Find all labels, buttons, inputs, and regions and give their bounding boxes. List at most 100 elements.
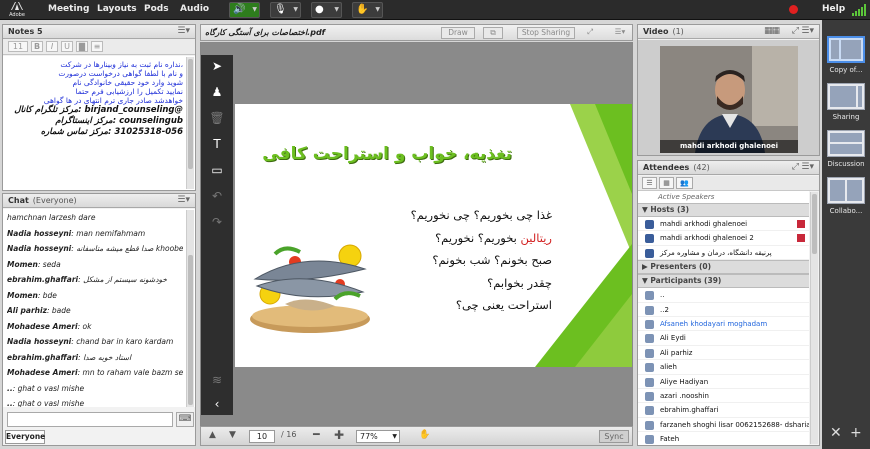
connection-signal-icon <box>852 4 866 16</box>
pod-options-icon[interactable]: ☰▾ <box>177 26 190 36</box>
participant-row[interactable]: Aliye Hadiyan <box>638 375 809 389</box>
zoom-in-icon[interactable]: ✚ <box>334 428 344 442</box>
camera-button[interactable]: ● ▼ <box>311 2 342 18</box>
chat-sender: ebrahim.ghaffari <box>7 352 79 362</box>
participant-row[interactable]: farzaneh shoghi lisar 0062152688- dshari… <box>638 418 809 433</box>
notes-content[interactable]: ،نداره نام ثبت به نیاز وبینارها در شرکت … <box>3 56 195 190</box>
pod-options-icon[interactable]: ☰▾ <box>611 27 629 39</box>
hand-tool-icon[interactable]: ✋ <box>419 430 430 440</box>
font-size-select[interactable]: 11 <box>8 41 28 52</box>
participant-row[interactable]: Fateh <box>638 432 809 445</box>
annotation-toolbar: ➤ ♟ 🗑 T ▭ ↶ ↷ ≋ ‹ <box>201 55 233 415</box>
underline-icon[interactable]: U <box>61 41 73 52</box>
layout-thumb-discussion[interactable] <box>827 130 865 157</box>
settings-icon[interactable]: ✕ <box>830 425 842 441</box>
video-pod: Video (1) ▦▦ ⤢ ☰▾ mahdi arkhodi ghalenoei <box>637 24 820 156</box>
fullscreen-icon[interactable]: ⤢ <box>792 26 799 36</box>
note-line: نمایید تکمیل را ارزشیابی فرم حتما <box>75 87 183 96</box>
participant-row[interactable]: alieh <box>638 360 809 375</box>
top-menu-bar: Adobe Meeting Layouts Pods Audio 🔊 ▼ 🎙 ▼ ●… <box>0 0 870 20</box>
chat-message: Ali parhiz: bade <box>7 306 71 315</box>
pointer-tool-icon[interactable]: ➤ <box>207 57 227 75</box>
previous-page-icon[interactable]: ▲ <box>209 430 216 440</box>
pod-options-icon[interactable]: ☰▾ <box>177 195 190 205</box>
zoom-select[interactable]: 77% ▼ <box>356 430 400 443</box>
note-line: @birjand_counseling :مرکز تلگرام کانال <box>14 105 183 115</box>
highlighter-tool-icon[interactable]: ♟ <box>207 83 227 101</box>
participant-row[interactable]: ..2 <box>638 303 809 317</box>
participant-row[interactable]: Afsaneh khodayari moghadam <box>638 317 809 332</box>
microphone-button[interactable]: 🎙 ▼ <box>270 2 301 18</box>
sync-button[interactable]: Sync <box>599 430 629 443</box>
fullscreen-icon[interactable]: ⤢ <box>583 27 597 39</box>
send-message-button[interactable]: ⌨ <box>176 412 194 427</box>
help-menu[interactable]: Help <box>822 4 845 14</box>
menu-pods[interactable]: Pods <box>144 4 169 14</box>
chat-tab-everyone[interactable]: Everyone <box>5 430 45 444</box>
add-layout-icon[interactable]: + <box>850 425 862 441</box>
video-layout-icon[interactable]: ▦▦ <box>764 26 780 36</box>
layout-thumb-sharing[interactable] <box>827 83 865 110</box>
grid-view-icon[interactable]: ▦ <box>659 177 674 189</box>
user-icon <box>645 420 654 430</box>
raise-hand-button[interactable]: ✋ ▼ <box>352 2 383 18</box>
pod-options-icon[interactable]: ☰▾ <box>801 26 814 36</box>
layers-icon[interactable]: ≋ <box>207 371 227 389</box>
page-number-input[interactable]: 10 <box>249 430 275 443</box>
redo-icon[interactable]: ↷ <box>207 213 227 231</box>
people-icon[interactable]: 👥 <box>676 177 693 189</box>
attendees-title: Attendees <box>643 163 690 172</box>
pod-options-icon[interactable]: ☰▾ <box>801 162 814 172</box>
participant-row[interactable]: Ali Eydi <box>638 331 809 346</box>
draw-button[interactable]: Draw <box>441 27 475 39</box>
layout-thumb-copy-of[interactable] <box>827 36 865 63</box>
speaker-button[interactable]: 🔊 ▼ <box>229 2 260 18</box>
menu-layouts[interactable]: Layouts <box>97 4 137 14</box>
notes-title: Notes <box>8 27 35 36</box>
color-icon[interactable]: ▇ <box>76 41 88 52</box>
next-page-icon[interactable]: ▼ <box>229 430 236 440</box>
stop-sharing-button[interactable]: Stop Sharing <box>517 27 575 39</box>
undo-icon[interactable]: ↶ <box>207 187 227 205</box>
participant-row[interactable]: .. <box>638 288 809 303</box>
collapse-toolbar-icon[interactable]: ‹ <box>207 395 227 413</box>
host-row[interactable]: mahdi arkhodi ghalenoei <box>638 217 809 232</box>
fullscreen-icon[interactable]: ⤢ <box>792 162 799 172</box>
zoom-out-icon[interactable]: ━ <box>313 428 320 441</box>
participant-row[interactable]: Ali parhiz <box>638 346 809 361</box>
participant-row[interactable]: ebrahim.ghaffari <box>638 403 809 418</box>
notes-count: 5 <box>37 27 43 36</box>
recording-indicator-icon[interactable] <box>789 5 798 14</box>
menu-audio[interactable]: Audio <box>180 4 209 14</box>
participant-row[interactable]: azari .nooshin <box>638 389 809 404</box>
bold-icon[interactable]: B <box>31 41 43 52</box>
chat-message-input[interactable] <box>7 412 173 427</box>
menu-meeting[interactable]: Meeting <box>48 4 89 14</box>
participants-section-header[interactable]: ▼ Participants (39) <box>638 274 809 289</box>
chat-message: ebrahim.ghaffari: استاد خوبه صدا <box>7 352 132 362</box>
notes-scrollbar[interactable] <box>186 57 194 189</box>
chat-text: man nemifahmam <box>76 228 146 238</box>
host-row[interactable]: پرنیقه دانشگاه، درمان و مشاوره مرکز <box>638 246 809 261</box>
webcam-video[interactable]: mahdi arkhodi ghalenoei <box>660 46 798 153</box>
text-tool-icon[interactable]: T <box>207 135 227 153</box>
video-title: Video <box>643 27 669 36</box>
layout-thumb-collaboration[interactable] <box>827 177 865 204</box>
chat-scrollbar[interactable] <box>186 210 194 407</box>
note-line: خواهدشد صادر جاری ترم انتهای در ها گواهی <box>43 96 183 105</box>
attendee-name: Aliye Hadiyan <box>660 377 709 386</box>
hosts-section-header[interactable]: ▼ Hosts (3) <box>638 203 809 217</box>
sync-view-icon[interactable]: ⧉ <box>483 27 503 39</box>
shape-tool-icon[interactable]: ▭ <box>207 161 227 179</box>
presenters-section-header[interactable]: ▶ Presenters (0) <box>638 260 809 275</box>
list-icon[interactable]: ≡ <box>91 41 103 52</box>
layouts-sidebar: Copy of... Sharing Discussion Collabo...… <box>822 20 870 449</box>
attendees-scrollbar[interactable] <box>810 192 818 444</box>
attendee-name: mahdi arkhodi ghalenoei <box>660 220 748 228</box>
italic-icon[interactable]: I <box>46 41 58 52</box>
list-view-icon[interactable]: ☰ <box>642 177 657 189</box>
host-row[interactable]: mahdi arkhodi ghalenoei 2 <box>638 231 809 246</box>
user-icon <box>645 220 654 229</box>
delete-tool-icon[interactable]: 🗑 <box>207 109 227 127</box>
notes-format-toolbar: 11 B I U ▇ ≡ <box>3 39 195 55</box>
